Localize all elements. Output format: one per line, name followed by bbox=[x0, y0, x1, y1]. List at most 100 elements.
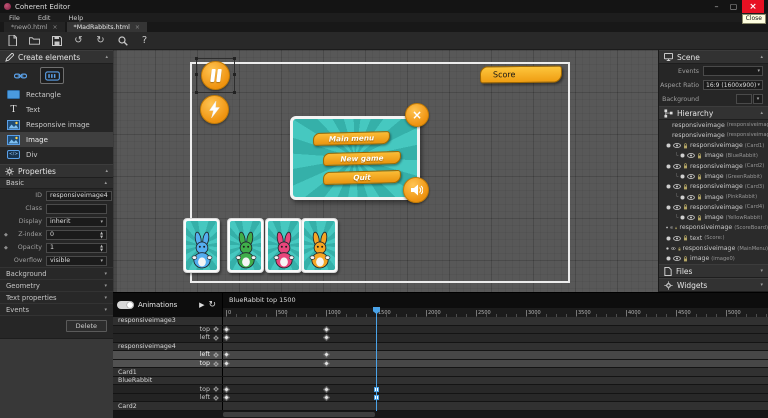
link-element-button[interactable] bbox=[8, 67, 32, 84]
eye-icon[interactable] bbox=[671, 246, 676, 251]
tab-madrabbits[interactable]: *MadRabbits.html × bbox=[67, 22, 147, 32]
hierarchy-item[interactable]: responsiveimage(Card3) bbox=[659, 182, 768, 192]
sound-button-sprite[interactable] bbox=[403, 177, 429, 203]
scene-header[interactable]: Scene ▴ bbox=[659, 50, 768, 64]
eye-icon[interactable] bbox=[673, 164, 681, 169]
track-gear-icon[interactable] bbox=[213, 326, 219, 332]
section-background[interactable]: Background ▾ bbox=[0, 267, 113, 279]
visibility-dot-icon[interactable] bbox=[666, 256, 671, 261]
hierarchy-item[interactable]: responsiveimage(responsiveimage4) bbox=[659, 130, 768, 140]
redo-icon[interactable]: ↻ bbox=[95, 35, 106, 46]
chevron-down-icon[interactable]: ▾ bbox=[760, 268, 763, 274]
delete-button[interactable]: Delete bbox=[66, 320, 107, 332]
lock-icon[interactable] bbox=[697, 153, 702, 159]
hierarchy-item[interactable]: responsiveimage(Card1) bbox=[659, 141, 768, 151]
minimize-button[interactable]: – bbox=[708, 0, 725, 13]
basic-section-header[interactable]: Basic ▴ bbox=[0, 178, 113, 189]
create-responsive-image[interactable]: Responsive image bbox=[0, 117, 113, 132]
track-gear-icon[interactable] bbox=[213, 386, 219, 392]
track-gear-icon[interactable] bbox=[213, 395, 219, 401]
track-name[interactable]: Card2 bbox=[113, 402, 223, 410]
track-lane[interactable] bbox=[223, 377, 768, 385]
collapse-arrow-icon[interactable]: ▴ bbox=[104, 180, 107, 186]
files-header[interactable]: Files ▾ bbox=[659, 264, 768, 278]
rabbit-card-sprite[interactable] bbox=[265, 218, 302, 273]
selection-handle[interactable] bbox=[195, 57, 198, 60]
rabbit-card-sprite[interactable] bbox=[227, 218, 264, 273]
track-property-row[interactable]: left bbox=[113, 394, 768, 403]
create-rectangle[interactable]: Rectangle bbox=[0, 87, 113, 102]
keyframe-diamond[interactable] bbox=[222, 334, 229, 341]
eye-icon[interactable] bbox=[687, 215, 695, 220]
track-name[interactable]: left bbox=[113, 394, 223, 402]
visibility-dot-icon[interactable] bbox=[680, 215, 685, 220]
menu-edit[interactable]: Edit bbox=[29, 14, 60, 22]
track-group-row[interactable]: Card2 bbox=[113, 402, 768, 411]
keyframe-diamond[interactable] bbox=[322, 334, 329, 341]
keyframe-diamond[interactable] bbox=[322, 394, 329, 401]
track-property-row[interactable]: left bbox=[113, 351, 768, 360]
eye-icon[interactable] bbox=[673, 205, 681, 210]
id-input[interactable]: responsiveimage4 bbox=[46, 191, 112, 201]
play-button[interactable]: ▶ bbox=[199, 301, 204, 309]
quit-button-sprite[interactable]: Quit bbox=[323, 170, 401, 185]
keyframe-diamond[interactable] bbox=[222, 326, 229, 333]
lock-icon[interactable] bbox=[697, 174, 702, 180]
track-property-row[interactable]: top bbox=[113, 385, 768, 394]
hierarchy-item[interactable]: responsiveimage(Card4) bbox=[659, 202, 768, 212]
selection-handle[interactable] bbox=[233, 91, 236, 94]
lock-icon[interactable] bbox=[683, 184, 688, 190]
track-lane[interactable] bbox=[223, 326, 768, 334]
menu-help[interactable]: Help bbox=[59, 14, 92, 22]
eye-icon[interactable] bbox=[687, 174, 695, 179]
track-property-row[interactable]: top bbox=[113, 360, 768, 369]
lock-icon[interactable] bbox=[697, 215, 702, 221]
track-lane[interactable] bbox=[223, 317, 768, 325]
eye-icon[interactable] bbox=[673, 184, 681, 189]
visibility-dot-icon[interactable] bbox=[666, 236, 671, 241]
hierarchy-item[interactable]: └image(PinkRabbit) bbox=[659, 192, 768, 202]
lock-icon[interactable] bbox=[683, 256, 688, 262]
lightning-button-sprite[interactable] bbox=[200, 95, 229, 124]
selection-handle[interactable] bbox=[195, 91, 198, 94]
lock-icon[interactable] bbox=[683, 163, 688, 169]
keyframe-diamond[interactable] bbox=[222, 351, 229, 358]
timeline-ruler[interactable]: 0500100015002000250030003500400045005000 bbox=[223, 308, 768, 317]
menu-file[interactable]: File bbox=[0, 14, 29, 22]
hierarchy-item[interactable]: text(Score:) bbox=[659, 233, 768, 243]
menu-close-button-sprite[interactable]: × bbox=[405, 103, 429, 127]
lock-icon[interactable] bbox=[678, 246, 681, 252]
hierarchy-item[interactable]: responsiveimage(ScoreBoard) bbox=[659, 223, 768, 233]
track-lane[interactable] bbox=[223, 334, 768, 342]
track-lane[interactable] bbox=[223, 368, 768, 376]
create-elements-header[interactable]: Create elements ▴ bbox=[0, 50, 113, 64]
track-name[interactable]: top bbox=[113, 326, 223, 334]
track-name[interactable]: responsiveimage3 bbox=[113, 317, 223, 325]
track-property-row[interactable]: top bbox=[113, 326, 768, 335]
properties-header[interactable]: Properties ▴ bbox=[0, 164, 113, 178]
eye-icon[interactable] bbox=[687, 195, 695, 200]
section-geometry[interactable]: Geometry ▾ bbox=[0, 279, 113, 291]
section-events[interactable]: Events ▾ bbox=[0, 303, 113, 315]
visibility-dot-icon[interactable] bbox=[666, 246, 669, 251]
rabbit-card-sprite[interactable] bbox=[183, 218, 220, 273]
track-name[interactable]: BlueRabbit bbox=[113, 377, 223, 385]
create-div[interactable]: </> Div bbox=[0, 147, 113, 162]
lock-icon[interactable] bbox=[675, 225, 677, 231]
collapse-arrow-icon[interactable]: ▴ bbox=[105, 54, 108, 60]
main-menu-button-sprite[interactable]: Main menu bbox=[313, 131, 390, 146]
track-gear-icon[interactable] bbox=[213, 335, 219, 341]
track-group-row[interactable]: responsiveimage4 bbox=[113, 343, 768, 352]
hierarchy-item[interactable]: responsiveimage(Card2) bbox=[659, 161, 768, 171]
display-select[interactable]: inherit ▾ bbox=[46, 217, 107, 227]
track-name[interactable]: Card1 bbox=[113, 368, 223, 376]
animations-toggle[interactable] bbox=[117, 301, 134, 309]
track-lane[interactable] bbox=[223, 402, 768, 410]
visibility-dot-icon[interactable] bbox=[680, 195, 685, 200]
close-window-button[interactable]: × bbox=[742, 0, 764, 13]
visibility-dot-icon[interactable] bbox=[680, 153, 685, 158]
hierarchy-item[interactable]: └image(GreenRabbit) bbox=[659, 171, 768, 181]
aspect-ratio-select[interactable]: 16:9 (1600x900) ▾ bbox=[703, 80, 763, 90]
keyframe-diamond[interactable] bbox=[222, 394, 229, 401]
hierarchy-item[interactable]: responsiveimage(responsiveimage3) bbox=[659, 120, 768, 130]
